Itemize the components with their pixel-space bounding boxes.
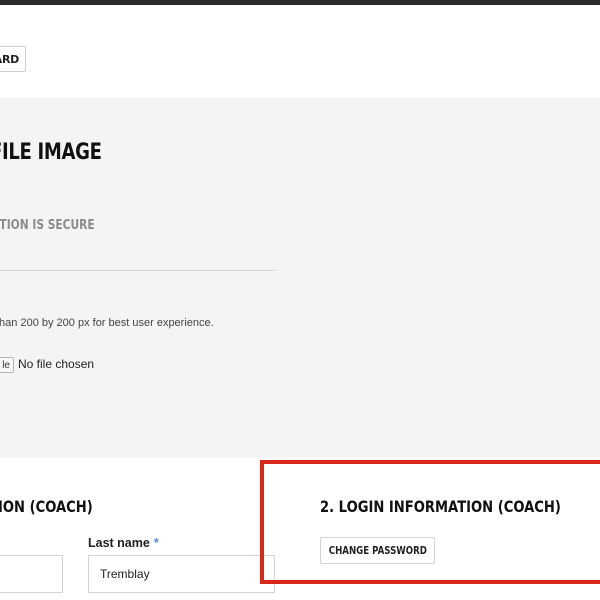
last-name-label-text: Last name xyxy=(88,536,150,550)
back-to-dashboard-button[interactable]: ARD xyxy=(0,46,26,72)
change-password-label: CHANGE PASSWORD xyxy=(328,544,427,557)
first-name-field[interactable] xyxy=(0,555,63,593)
profile-image-title: FILE IMAGE xyxy=(0,140,102,165)
secure-information-note: ATION IS SECURE xyxy=(0,218,95,233)
required-marker: * xyxy=(153,536,159,550)
top-bar xyxy=(0,0,600,5)
choose-file-button[interactable]: le xyxy=(0,357,14,373)
personal-information-title: ION (COACH) xyxy=(0,497,93,516)
last-name-label: Last name * xyxy=(88,536,159,550)
profile-page: ARD FILE IMAGE ATION IS SECURE than 200 … xyxy=(0,0,600,600)
panel-divider xyxy=(0,270,276,271)
last-name-field[interactable] xyxy=(88,555,275,593)
login-information-title: 2. LOGIN INFORMATION (COACH) xyxy=(320,497,561,516)
highlight-annotation-box xyxy=(260,460,600,584)
file-status-text: No file chosen xyxy=(18,357,95,371)
choose-file-label: le xyxy=(2,359,10,371)
image-size-hint: than 200 by 200 px for best user experie… xyxy=(0,317,214,329)
change-password-button[interactable]: CHANGE PASSWORD xyxy=(320,537,435,564)
file-input: le No file chosen xyxy=(0,356,94,374)
back-button-label: ARD xyxy=(0,52,19,66)
